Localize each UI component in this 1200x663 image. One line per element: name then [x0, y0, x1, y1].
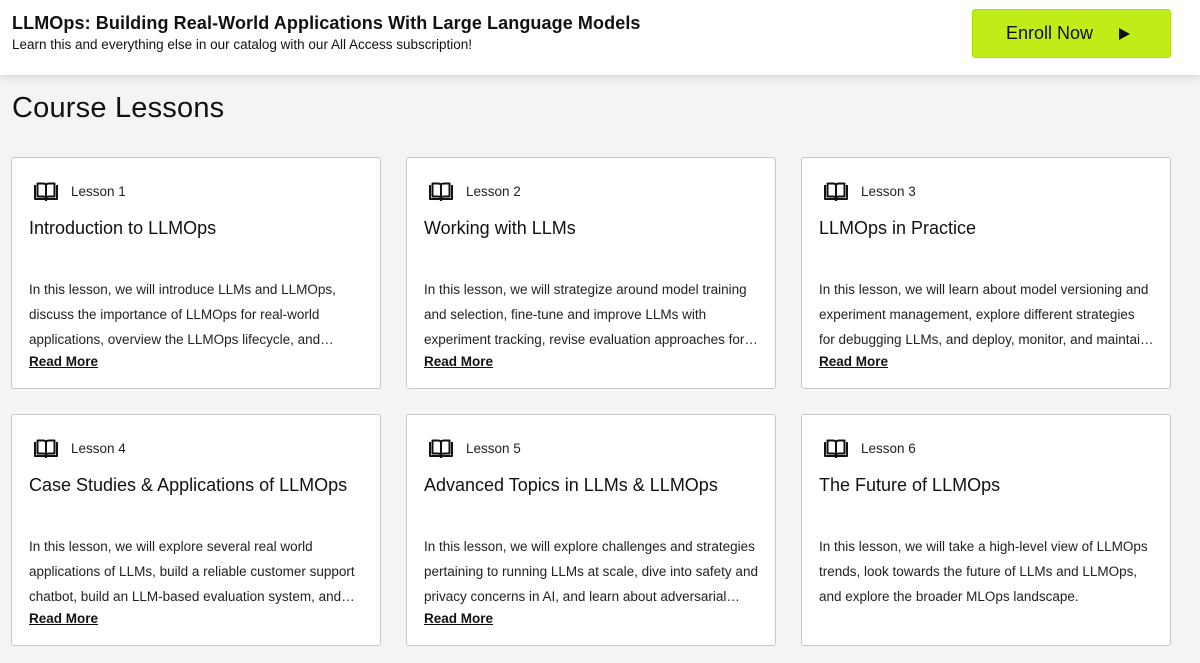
- lesson-title: The Future of LLMOps: [819, 475, 1001, 495]
- lesson-header: Lesson 1: [33, 182, 126, 202]
- book-icon: [823, 182, 849, 202]
- read-more-link[interactable]: Read More: [424, 611, 493, 626]
- read-more-link[interactable]: Read More: [29, 354, 98, 369]
- book-icon: [428, 182, 454, 202]
- enroll-now-label: Enroll Now: [1006, 23, 1094, 43]
- lesson-card: Lesson 1 Introduction to LLMOps In this …: [11, 157, 381, 389]
- lesson-number: Lesson 4: [71, 441, 126, 456]
- lesson-number: Lesson 5: [466, 441, 521, 456]
- book-icon: [823, 439, 849, 459]
- book-icon: [33, 439, 59, 459]
- lesson-description: In this lesson, we will explore several …: [29, 539, 355, 604]
- lesson-title: Working with LLMs: [424, 218, 576, 238]
- lesson-description: In this lesson, we will take a high-leve…: [819, 539, 1148, 604]
- course-subtitle: Learn this and everything else in our ca…: [12, 37, 473, 52]
- lesson-title: Introduction to LLMOps: [29, 218, 217, 238]
- lesson-number: Lesson 3: [861, 184, 916, 199]
- lesson-header: Lesson 2: [428, 182, 521, 202]
- course-header: LLMOps: Building Real-World Applications…: [0, 0, 1200, 75]
- lesson-description: In this lesson, we will learn about mode…: [819, 282, 1149, 347]
- lesson-header: Lesson 3: [823, 182, 916, 202]
- book-icon: [33, 182, 59, 202]
- lesson-card: Lesson 2 Working with LLMs In this lesso…: [406, 157, 776, 389]
- lesson-number: Lesson 2: [466, 184, 521, 199]
- lesson-description: In this lesson, we will explore challeng…: [424, 539, 758, 604]
- lesson-title: Advanced Topics in LLMs & LLMOps: [424, 475, 718, 495]
- lesson-card: Lesson 3 LLMOps in Practice In this less…: [801, 157, 1171, 389]
- lesson-number: Lesson 1: [71, 184, 126, 199]
- lesson-card: Lesson 4 Case Studies & Applications of …: [11, 414, 381, 646]
- lesson-header: Lesson 6: [823, 439, 916, 459]
- book-icon: [428, 439, 454, 459]
- lesson-description: In this lesson, we will introduce LLMs a…: [29, 282, 336, 347]
- lesson-description: In this lesson, we will strategize aroun…: [424, 282, 747, 347]
- read-more-link[interactable]: Read More: [819, 354, 888, 369]
- play-icon: [1117, 27, 1131, 41]
- read-more-link[interactable]: Read More: [29, 611, 98, 626]
- read-more-link[interactable]: Read More: [424, 354, 493, 369]
- lesson-card: Lesson 6 The Future of LLMOps In this le…: [801, 414, 1171, 646]
- lesson-number: Lesson 6: [861, 441, 916, 456]
- section-title: Course Lessons: [12, 92, 225, 124]
- course-title: LLMOps: Building Real-World Applications…: [12, 13, 641, 33]
- lesson-title: Case Studies & Applications of LLMOps: [29, 475, 348, 495]
- lesson-header: Lesson 4: [33, 439, 126, 459]
- lesson-header: Lesson 5: [428, 439, 521, 459]
- lesson-card: Lesson 5 Advanced Topics in LLMs & LLMOp…: [406, 414, 776, 646]
- lesson-title: LLMOps in Practice: [819, 218, 977, 238]
- enroll-now-button[interactable]: Enroll Now: [972, 9, 1171, 58]
